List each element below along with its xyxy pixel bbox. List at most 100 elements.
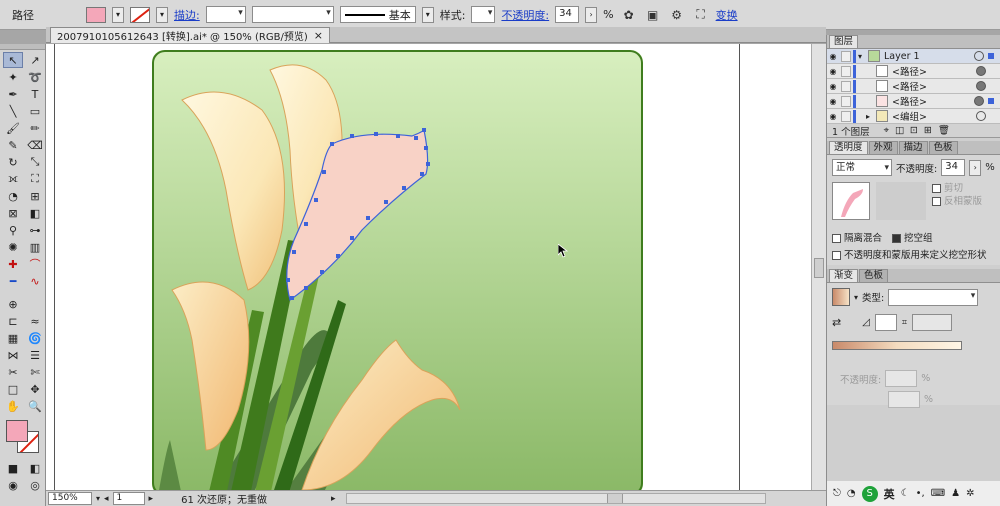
gradient-dropdown-icon[interactable]: ▾ [854,293,858,302]
blend-mode-select[interactable]: 正常 [832,159,892,176]
transparency-opacity-input[interactable]: 34 [941,159,966,176]
symbol-sprayer-tool-icon[interactable]: ✺ [3,239,23,255]
layer-row[interactable]: ◉ <路径> [827,79,1000,94]
next-page-icon[interactable]: ▸ [149,494,154,504]
stroke-none-swatch[interactable] [130,6,150,23]
target-icon[interactable] [976,66,986,76]
zoom-hand-tool-icon[interactable]: ✥ [25,381,45,397]
perspective-tool-icon[interactable]: ⊞ [25,188,45,204]
eye-icon[interactable]: ◉ [827,97,839,106]
smooth-tool-icon[interactable]: ∿ [25,273,45,289]
tab-transparency[interactable]: 透明度 [829,141,868,154]
invert-mask-checkbox[interactable] [932,197,941,206]
rectangle-tool-icon[interactable]: ▭ [25,103,45,119]
fill-swatch[interactable] [6,420,28,442]
variable-width-select[interactable] [251,6,334,23]
eye-icon[interactable]: ◉ [827,82,839,91]
selection-tool-icon[interactable]: ↖ [3,52,23,68]
shape-builder-tool-icon[interactable]: ◔ [3,188,23,204]
settings-icon[interactable]: ✲ [966,488,974,499]
ime-language[interactable]: 英 [884,486,895,502]
stroke-dropdown-button[interactable]: ▾ [156,6,168,23]
gradient-opacity-input[interactable] [885,370,918,387]
stroke-weight-select[interactable] [205,6,246,23]
opacity-input[interactable]: 34 [555,6,580,23]
eyedropper-tool-icon[interactable]: ⚲ [3,222,23,238]
knife-tool-icon[interactable]: ✂ [3,364,23,380]
transparency-opacity-arrow[interactable]: › [969,159,982,176]
history-arrow-icon[interactable]: ▸ [331,494,336,504]
style-select[interactable] [471,6,496,23]
calla-lily-artwork[interactable] [152,50,643,496]
prev-page-icon[interactable]: ◂ [104,494,109,504]
pucker-tool-icon[interactable]: ⋈ [3,347,23,363]
opacity-arrow-button[interactable]: › [585,6,598,23]
close-icon[interactable]: × [314,29,323,42]
vertical-scrollbar-thumb[interactable] [814,258,824,278]
target-icon[interactable] [974,96,984,106]
recolor-icon[interactable]: ✿ [620,6,638,24]
new-layer-icon[interactable]: ⊞ [924,125,932,136]
stroke-link[interactable]: 描边: [174,7,200,23]
user-icon[interactable]: ♟ [951,488,960,499]
lasso-tool-icon[interactable]: ➰ [25,69,45,85]
eraser-tool-icon[interactable]: ⌫ [25,137,45,153]
target-icon[interactable] [974,51,984,61]
document-tab[interactable]: 2007910105612643 [转换].ai* @ 150% (RGB/预览… [50,27,330,43]
gradient-angle-input[interactable] [874,314,897,331]
vertical-scrollbar[interactable] [811,44,826,490]
fill-stroke-widget[interactable] [3,420,43,456]
layer-row[interactable]: ◉ <路径> [827,94,1000,109]
brush-dropdown-button[interactable]: ▾ [421,6,434,23]
opacity-mask-knockout-checkbox[interactable] [832,251,841,260]
eye-icon[interactable]: ◉ [827,67,839,76]
add-anchor-tool-icon[interactable]: ✚ [3,256,23,272]
locate-object-icon[interactable]: ⌖ [884,125,889,136]
transform-link[interactable]: 变换 [716,7,738,23]
tab-swatches[interactable]: 色板 [928,141,958,154]
lock-toggle[interactable] [841,50,851,62]
artboard-tool-icon[interactable]: ⊏ [3,313,23,329]
mesh-tool-icon[interactable]: ⊠ [3,205,23,221]
expand-arrow-icon[interactable]: ▸ [858,112,876,121]
fill-dropdown-button[interactable]: ▾ [112,6,124,23]
tab-appearance[interactable]: 外观 [868,141,898,154]
horizontal-scrollbar[interactable] [345,493,766,504]
new-sublayer-icon[interactable]: ⊡ [910,125,918,136]
pencil-tool-icon[interactable]: ✏ [25,120,45,136]
aspect-ratio-input[interactable] [912,314,952,331]
tab-layers[interactable]: 图层 [829,35,859,48]
magic-wand-tool-icon[interactable]: ✦ [3,69,23,85]
color-mode-icon[interactable]: ■ [3,460,23,476]
column-graph-tool-icon[interactable]: ▥ [25,239,45,255]
convert-anchor-tool-icon[interactable]: ⌒ [25,256,45,272]
eye-icon[interactable]: ◉ [827,112,839,121]
horizontal-scrollbar-thumb[interactable] [606,494,623,503]
tab-stroke[interactable]: 描边 [898,141,928,154]
arrange-icon[interactable]: ⚙ [668,6,686,24]
slice-tool-icon[interactable]: ▦ [3,330,23,346]
rect-select-tool-icon[interactable]: □ [3,381,23,397]
tab-gradient-swatches[interactable]: 色板 [859,269,889,282]
type-tool-icon[interactable]: T [25,86,45,102]
align-icon[interactable]: ▣ [644,6,662,24]
fill-color-swatch[interactable] [86,6,106,23]
layer-row[interactable]: ◉ ▾ Layer 1 [827,49,1000,64]
lock-toggle[interactable] [841,95,851,107]
delete-anchor-tool-icon[interactable]: ━ [3,273,23,289]
make-clipping-mask-icon[interactable]: ◫ [895,125,904,136]
lock-toggle[interactable] [841,65,851,77]
tab-gradient[interactable]: 渐变 [829,269,859,282]
transparency-thumbnail[interactable] [832,182,870,220]
isolate-blend-checkbox[interactable] [832,234,841,243]
brush-definition-select[interactable]: 基本 [339,6,416,23]
scissors-tool-icon[interactable]: ✄ [25,364,45,380]
bloat-tool-icon[interactable]: ☰ [25,347,45,363]
gradient-slider-bar[interactable] [832,341,962,350]
gradient-type-select[interactable] [888,288,979,306]
layer-row[interactable]: ◉ <路径> [827,64,1000,79]
reverse-gradient-icon[interactable]: ⇄ [832,316,841,329]
pen-tool-icon[interactable]: ✒ [3,86,23,102]
blob-brush-tool-icon[interactable]: ✎ [3,137,23,153]
page-select[interactable]: 1 [112,492,145,505]
